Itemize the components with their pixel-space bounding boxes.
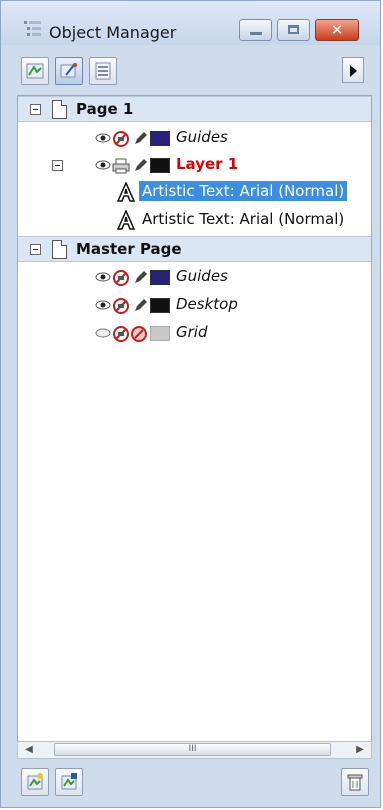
pencil-icon[interactable]: [133, 157, 149, 173]
artistic-text-icon: [116, 210, 136, 230]
layer-color-swatch: [150, 131, 170, 146]
eye-closed-icon[interactable]: [94, 325, 112, 339]
scroll-left-icon[interactable]: ◀: [20, 742, 38, 758]
object-manager-icon: [23, 19, 43, 39]
layer-manager-view-icon: [95, 62, 111, 80]
eye-icon[interactable]: [94, 130, 112, 144]
minimize-icon: [250, 32, 262, 35]
layer-label: Guides: [176, 267, 228, 285]
edit-across-layers-button[interactable]: [55, 57, 83, 85]
layer-manager-view-button[interactable]: [89, 57, 117, 85]
pencil-icon[interactable]: [133, 297, 149, 313]
tree-page-1[interactable]: Page 1: [18, 96, 371, 122]
tree-master-page[interactable]: Master Page: [18, 236, 371, 262]
new-layer-button[interactable]: [21, 768, 49, 796]
new-master-layer-icon: [61, 773, 77, 790]
tree-layer-layer-1[interactable]: Layer 1: [18, 152, 371, 178]
layer-label: Grid: [176, 323, 208, 341]
show-object-properties-button[interactable]: [21, 57, 49, 85]
horizontal-scrollbar[interactable]: ◀ III ▶: [17, 741, 372, 759]
collapse-toggle-icon[interactable]: [30, 244, 41, 255]
printer-icon[interactable]: [112, 157, 130, 175]
artistic-text-icon: [116, 182, 136, 202]
page-label: Page 1: [76, 100, 134, 118]
scroll-right-icon[interactable]: ▶: [351, 742, 369, 758]
edit-across-layers-icon: [60, 63, 77, 78]
toolbar: [21, 53, 364, 85]
collapse-toggle-icon[interactable]: [30, 104, 41, 115]
show-object-properties-icon: [26, 63, 44, 79]
maximize-button[interactable]: [277, 19, 310, 41]
collapse-toggle-icon[interactable]: [52, 160, 63, 171]
tree-object-artistic-text[interactable]: Artistic Text: Arial (Normal): [18, 207, 371, 233]
object-manager-window: Object Manager ✕ Page 1 Guides Layer 1 A…: [0, 0, 381, 808]
tree-layer-grid[interactable]: Grid: [18, 320, 371, 346]
edit-disabled-icon[interactable]: [130, 325, 148, 343]
layer-label: Guides: [176, 128, 228, 146]
bottom-toolbar: [17, 765, 369, 803]
layer-color-swatch: [150, 270, 170, 285]
delete-button[interactable]: [341, 768, 369, 796]
tree-layer-desktop[interactable]: Desktop: [18, 292, 371, 318]
print-disabled-icon[interactable]: [112, 297, 130, 315]
tree-object-artistic-text[interactable]: Artistic Text: Arial (Normal): [18, 179, 371, 205]
close-icon: ✕: [330, 21, 344, 39]
eye-icon[interactable]: [94, 297, 112, 311]
print-disabled-icon[interactable]: [112, 325, 130, 343]
layer-color-swatch: [150, 298, 170, 313]
active-layer-label: Layer 1: [176, 155, 239, 173]
eye-icon[interactable]: [94, 157, 112, 171]
tree-layer-guides[interactable]: Guides: [18, 125, 371, 151]
flyout-menu-button[interactable]: [342, 57, 364, 83]
page-icon: [52, 240, 67, 259]
tree-layer-guides[interactable]: Guides: [18, 264, 371, 290]
maximize-icon: [288, 25, 299, 34]
print-disabled-icon[interactable]: [112, 130, 130, 148]
page-label: Master Page: [76, 240, 182, 258]
object-label: Artistic Text: Arial (Normal): [139, 181, 348, 201]
new-master-layer-button[interactable]: [55, 768, 83, 796]
pencil-icon[interactable]: [133, 269, 149, 285]
layer-color-swatch: [150, 326, 170, 341]
close-button[interactable]: ✕: [315, 19, 359, 41]
title-bar[interactable]: Object Manager ✕: [1, 1, 380, 45]
pencil-icon[interactable]: [133, 130, 149, 146]
delete-icon: [347, 774, 363, 791]
new-layer-icon: [27, 773, 43, 790]
minimize-button[interactable]: [239, 19, 272, 41]
object-tree: Page 1 Guides Layer 1 Artistic Text: Ari…: [17, 95, 372, 745]
window-title: Object Manager: [49, 23, 177, 42]
print-disabled-icon[interactable]: [112, 269, 130, 287]
layer-label: Desktop: [176, 295, 238, 313]
scroll-thumb[interactable]: III: [54, 743, 331, 756]
eye-icon[interactable]: [94, 269, 112, 283]
page-icon: [52, 100, 67, 119]
layer-color-swatch: [150, 158, 170, 173]
object-label: Artistic Text: Arial (Normal): [142, 210, 345, 228]
